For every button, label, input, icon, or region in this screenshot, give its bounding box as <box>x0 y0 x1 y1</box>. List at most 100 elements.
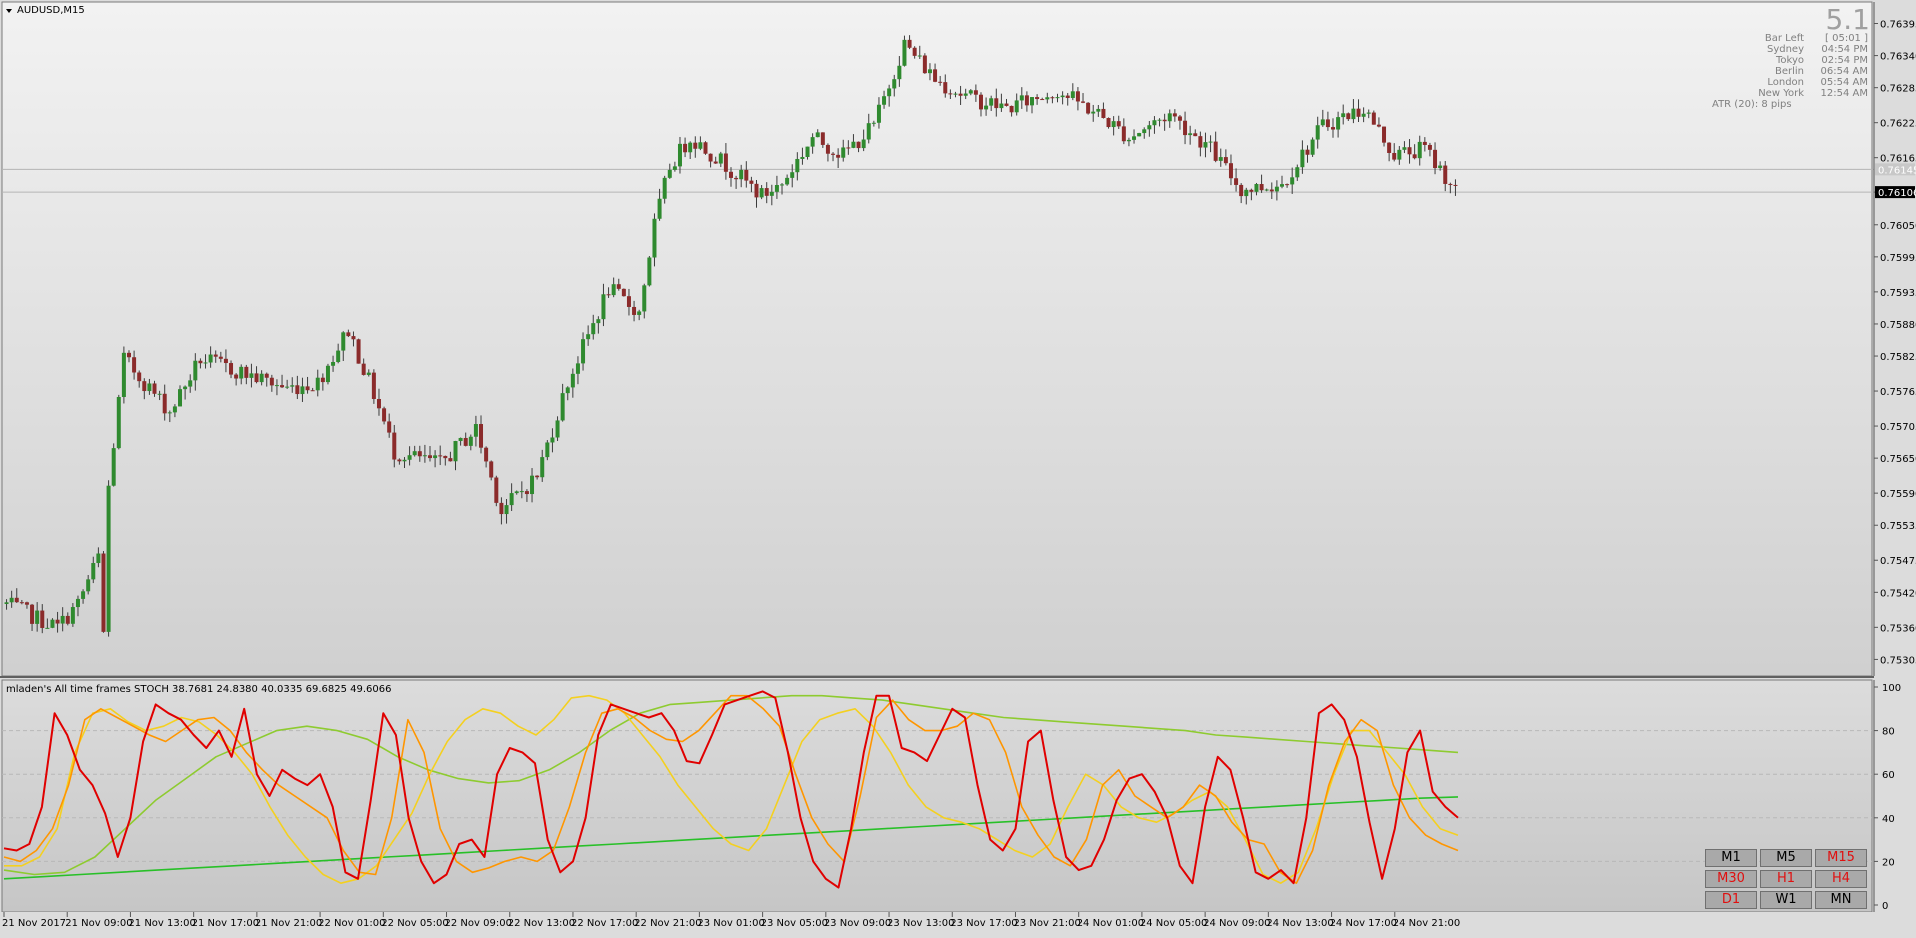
session-value: [ 05:01 ] <box>1825 33 1868 44</box>
grey-level-label: 0.76145 <box>1878 165 1916 176</box>
time-tick-label: 22 Nov 17:00 <box>571 918 638 929</box>
time-tick-label: 21 Nov 09:00 <box>65 918 132 929</box>
price-tick-label: 0.75420 <box>1880 588 1916 599</box>
candle <box>647 256 652 287</box>
info-panel: 5.1 <box>1720 4 1870 36</box>
stoch-tick-label: 20 <box>1882 857 1895 868</box>
candle <box>922 53 927 74</box>
chart-canvas[interactable]: 0.763950.763400.762850.762250.761650.761… <box>0 0 1916 934</box>
candle <box>356 338 361 364</box>
candle <box>494 475 499 507</box>
time-tick-label: 22 Nov 05:00 <box>381 918 448 929</box>
price-tick-label: 0.75995 <box>1880 253 1916 264</box>
symbol-title: AUDUSD,M15 <box>6 5 85 16</box>
timeframe-button-h4[interactable]: H4 <box>1815 870 1867 888</box>
session-row: Bar Left [ 05:01 ] <box>1712 33 1868 44</box>
session-label: Tokyo <box>1776 55 1804 66</box>
session-label: Sydney <box>1766 44 1804 55</box>
timeframe-button-d1[interactable]: D1 <box>1705 891 1757 909</box>
session-label: New York <box>1758 88 1804 99</box>
time-tick-label: 23 Nov 21:00 <box>1013 918 1080 929</box>
time-tick-label: 21 Nov 21:00 <box>255 918 322 929</box>
candle <box>325 363 330 385</box>
time-tick-label: 24 Nov 09:00 <box>1203 918 1270 929</box>
session-label: Berlin <box>1774 66 1804 77</box>
time-tick-label: 22 Nov 21:00 <box>634 918 701 929</box>
session-row: Sydney 04:54 PM <box>1712 44 1868 55</box>
candle <box>1371 110 1376 125</box>
symbol-title-text: AUDUSD,M15 <box>17 5 85 16</box>
price-tick-label: 0.75765 <box>1880 387 1916 398</box>
time-tick-label: 21 Nov 13:00 <box>128 918 195 929</box>
candle <box>902 35 907 67</box>
candle <box>116 394 121 450</box>
timeframe-button-m30[interactable]: M30 <box>1705 870 1757 888</box>
candle <box>121 346 126 404</box>
session-value: 12:54 AM <box>1820 88 1868 99</box>
stoch-tick-label: 60 <box>1882 770 1895 781</box>
time-tick-label: 23 Nov 17:00 <box>950 918 1017 929</box>
session-row: New York 12:54 AM <box>1712 88 1868 99</box>
candle <box>621 288 626 297</box>
time-axis: 21 Nov 2017 21 Nov 09:0021 Nov 13:0021 No… <box>0 912 1916 934</box>
price-tick-label: 0.76285 <box>1880 84 1916 95</box>
time-tick-label: 24 Nov 13:00 <box>1266 918 1333 929</box>
price-tick-label: 0.75650 <box>1880 454 1916 465</box>
current-price-label: 0.76106 <box>1878 188 1916 199</box>
time-tick-label: 24 Nov 01:00 <box>1077 918 1144 929</box>
session-row: Berlin 06:54 AM <box>1712 66 1868 77</box>
indicator-area[interactable] <box>1 679 1873 913</box>
time-tick-label: 23 Nov 09:00 <box>824 918 891 929</box>
timeframe-button-w1[interactable]: W1 <box>1760 891 1812 909</box>
price-tick-label: 0.75360 <box>1880 623 1916 634</box>
price-tick-label: 0.76050 <box>1880 221 1916 232</box>
atr-readout: ATR (20): 8 pips <box>1712 99 1792 110</box>
main-chart-area[interactable] <box>1 1 1873 677</box>
stoch-tick-label: 100 <box>1882 683 1901 694</box>
session-value: 05:54 AM <box>1820 77 1868 88</box>
session-row: Tokyo 02:54 PM <box>1712 55 1868 66</box>
price-tick-label: 0.75590 <box>1880 489 1916 500</box>
time-tick-label: 22 Nov 01:00 <box>318 918 385 929</box>
time-tick-label: 21 Nov 17:00 <box>192 918 259 929</box>
candle <box>1106 117 1111 129</box>
time-tick-label: 22 Nov 13:00 <box>508 918 575 929</box>
session-label: Bar Left <box>1764 33 1804 44</box>
big-value: 5.1 <box>1825 3 1870 36</box>
time-tick-label: 24 Nov 05:00 <box>1140 918 1207 929</box>
session-label: London <box>1767 77 1804 88</box>
candle <box>371 369 376 404</box>
candle <box>101 551 106 633</box>
indicator-title: mladen's All time frames STOCH 38.7681 2… <box>6 684 392 695</box>
timeframe-button-m5[interactable]: M5 <box>1760 849 1812 867</box>
price-tick-label: 0.75705 <box>1880 422 1916 433</box>
time-tick-label: 24 Nov 21:00 <box>1393 918 1460 929</box>
timeframe-button-m1[interactable]: M1 <box>1705 849 1757 867</box>
time-tick-label: 23 Nov 01:00 <box>697 918 764 929</box>
price-tick-label: 0.75535 <box>1880 521 1916 532</box>
price-tick-label: 0.76225 <box>1880 119 1916 130</box>
stoch-tick-label: 0 <box>1882 901 1888 912</box>
price-tick-label: 0.75305 <box>1880 655 1916 666</box>
stoch-tick-label: 40 <box>1882 814 1895 825</box>
candle <box>106 480 111 637</box>
candle <box>489 460 494 481</box>
session-times: Bar Left [ 05:01 ] Sydney 04:54 PM Tokyo 02:5… <box>1712 33 1868 110</box>
timeframe-button-m15[interactable]: M15 <box>1815 849 1867 867</box>
timeframe-button-mn[interactable]: MN <box>1815 891 1867 909</box>
candle <box>1086 102 1091 115</box>
candle <box>703 141 708 155</box>
time-tick-label: 23 Nov 13:00 <box>887 918 954 929</box>
price-tick-label: 0.75880 <box>1880 320 1916 331</box>
timeframe-button-h1[interactable]: H1 <box>1760 870 1812 888</box>
price-tick-label: 0.75475 <box>1880 556 1916 567</box>
time-tick-label: 23 Nov 05:00 <box>761 918 828 929</box>
time-tick-label: 24 Nov 17:00 <box>1330 918 1397 929</box>
session-value: 04:54 PM <box>1821 44 1868 55</box>
price-tick-label: 0.76340 <box>1880 52 1916 63</box>
session-value: 02:54 PM <box>1821 55 1868 66</box>
price-tick-label: 0.76165 <box>1880 154 1916 165</box>
price-tick-label: 0.75825 <box>1880 352 1916 363</box>
candle <box>111 443 116 487</box>
session-row: London 05:54 AM <box>1712 77 1868 88</box>
